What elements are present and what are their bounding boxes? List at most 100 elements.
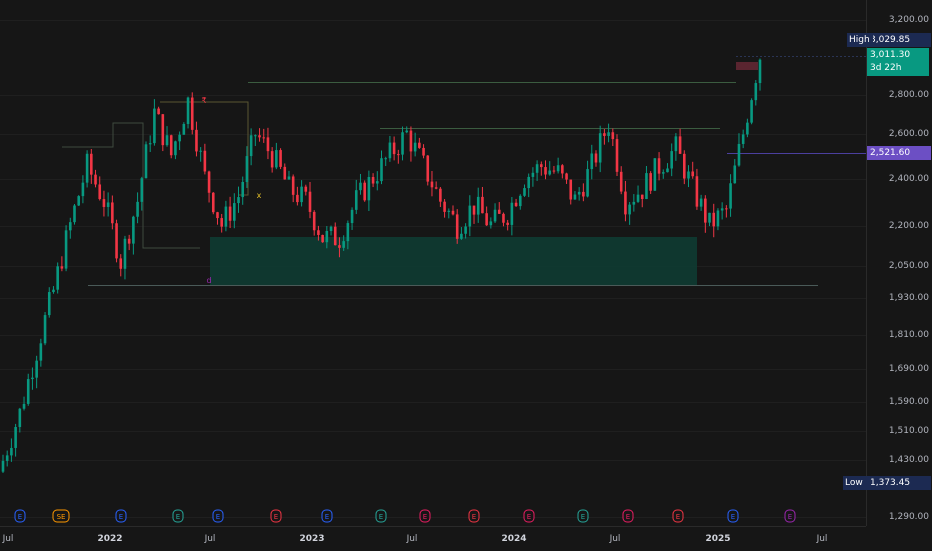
candle-down: [619, 171, 623, 192]
price-tick-label: 2,600.00: [888, 129, 929, 139]
earnings-event-label: E: [119, 513, 123, 521]
candle-down: [228, 206, 232, 221]
candlestick-chart[interactable]: ₹ x d E SE E E E E E E E E E E E E E E: [0, 0, 866, 526]
candle-up: [628, 204, 631, 215]
candle-down: [443, 201, 446, 212]
candle-up: [56, 266, 59, 290]
candle-up: [22, 403, 26, 409]
candle-up: [77, 196, 80, 206]
candle-up: [720, 208, 724, 211]
candle-up: [350, 209, 354, 224]
candle-up: [14, 426, 17, 448]
candle-down: [161, 114, 165, 146]
time-axis[interactable]: Jul 2022 Jul 2023 Jul 2024 Jul 2025 Jul: [0, 526, 866, 551]
candle-up: [636, 194, 640, 202]
candle-up: [460, 233, 463, 239]
candle-up: [144, 144, 148, 179]
candle-up: [405, 130, 409, 133]
candle-down: [312, 211, 316, 231]
candle-down: [304, 186, 308, 192]
candle-up: [645, 173, 648, 200]
price-tick-label: 1,510.00: [888, 426, 929, 436]
low-tag: Low 1,373.45: [843, 476, 931, 490]
candle-up: [535, 164, 539, 173]
candle-down: [565, 173, 568, 180]
candle-down: [582, 191, 585, 197]
candle-down: [308, 191, 312, 212]
candle-down: [321, 234, 324, 243]
time-year-label: 2022: [97, 534, 123, 544]
candle-down: [98, 184, 102, 200]
candle-down: [190, 97, 194, 130]
earnings-event-label: E: [527, 513, 531, 521]
candle-up: [367, 177, 371, 201]
candle-down: [712, 212, 716, 227]
candle-up: [81, 182, 85, 197]
candle-up: [199, 150, 202, 152]
candle-up: [148, 143, 152, 145]
candle-down: [649, 173, 652, 191]
candle-up: [18, 408, 22, 427]
candle-up: [375, 181, 379, 184]
earnings-event-label: E: [423, 513, 427, 521]
candle-up: [245, 156, 249, 182]
candle-up: [758, 59, 762, 84]
candle-down: [611, 132, 615, 140]
candle-up: [31, 377, 34, 380]
candle-up: [476, 196, 480, 215]
candle-up: [106, 202, 110, 207]
time-month-label: Jul: [816, 534, 828, 544]
candle-up: [661, 172, 665, 174]
candle-down: [262, 137, 266, 139]
candle-up: [746, 122, 749, 135]
candle-up: [26, 379, 30, 404]
time-month-label: Jul: [2, 534, 14, 544]
candle-up: [132, 216, 135, 244]
time-year-label: 2023: [299, 534, 325, 544]
candle-up: [750, 100, 753, 123]
earnings-event-label: E: [176, 513, 180, 521]
candle-down: [615, 139, 619, 172]
candle-up: [754, 83, 758, 101]
price-tick-label: 1,590.00: [888, 397, 929, 407]
candle-up: [140, 178, 144, 202]
candle-up: [241, 181, 245, 198]
candle-down: [60, 266, 64, 269]
candle-up: [249, 135, 253, 157]
candle-up: [384, 158, 388, 160]
candle-down: [409, 130, 413, 152]
countdown: 3d 22h: [870, 63, 902, 73]
candle-up: [39, 343, 43, 361]
candle-down: [203, 150, 207, 172]
candle-up: [359, 182, 362, 191]
candle-up: [224, 206, 228, 227]
candle-up: [342, 241, 345, 248]
candle-down: [695, 176, 699, 207]
time-month-label: Jul: [204, 534, 216, 544]
candle-up: [329, 226, 333, 231]
candle-up: [401, 132, 404, 155]
candle-down: [216, 212, 219, 219]
price-axis[interactable]: 3,200.00 2,800.00 2,600.00 2,400.00 2,200.00…: [843, 0, 932, 526]
price-tick-label: 1,290.00: [888, 512, 929, 522]
candle-up: [287, 176, 291, 180]
candle-down: [127, 238, 131, 244]
candle-up: [632, 201, 636, 205]
candle-down: [683, 153, 686, 179]
candle-up: [165, 135, 169, 146]
price-tick-label: 2,800.00: [888, 90, 929, 100]
candle-down: [514, 202, 518, 207]
current-price-tag: 3,011.30 3d 22h: [867, 48, 929, 76]
candle-up: [380, 158, 383, 182]
candle-down: [102, 199, 106, 207]
candle-up: [468, 205, 472, 227]
chart-plot-area[interactable]: ₹ x d E SE E E E E E E E E E E E E E E: [0, 0, 866, 526]
candle-up: [447, 210, 451, 212]
level-value: 2,521.60: [870, 148, 911, 158]
candle-up: [493, 209, 497, 222]
candle-down: [279, 150, 282, 167]
candle-up: [5, 455, 9, 461]
candle-down: [296, 194, 299, 203]
candle-down: [266, 137, 270, 152]
candle-up: [237, 197, 240, 204]
